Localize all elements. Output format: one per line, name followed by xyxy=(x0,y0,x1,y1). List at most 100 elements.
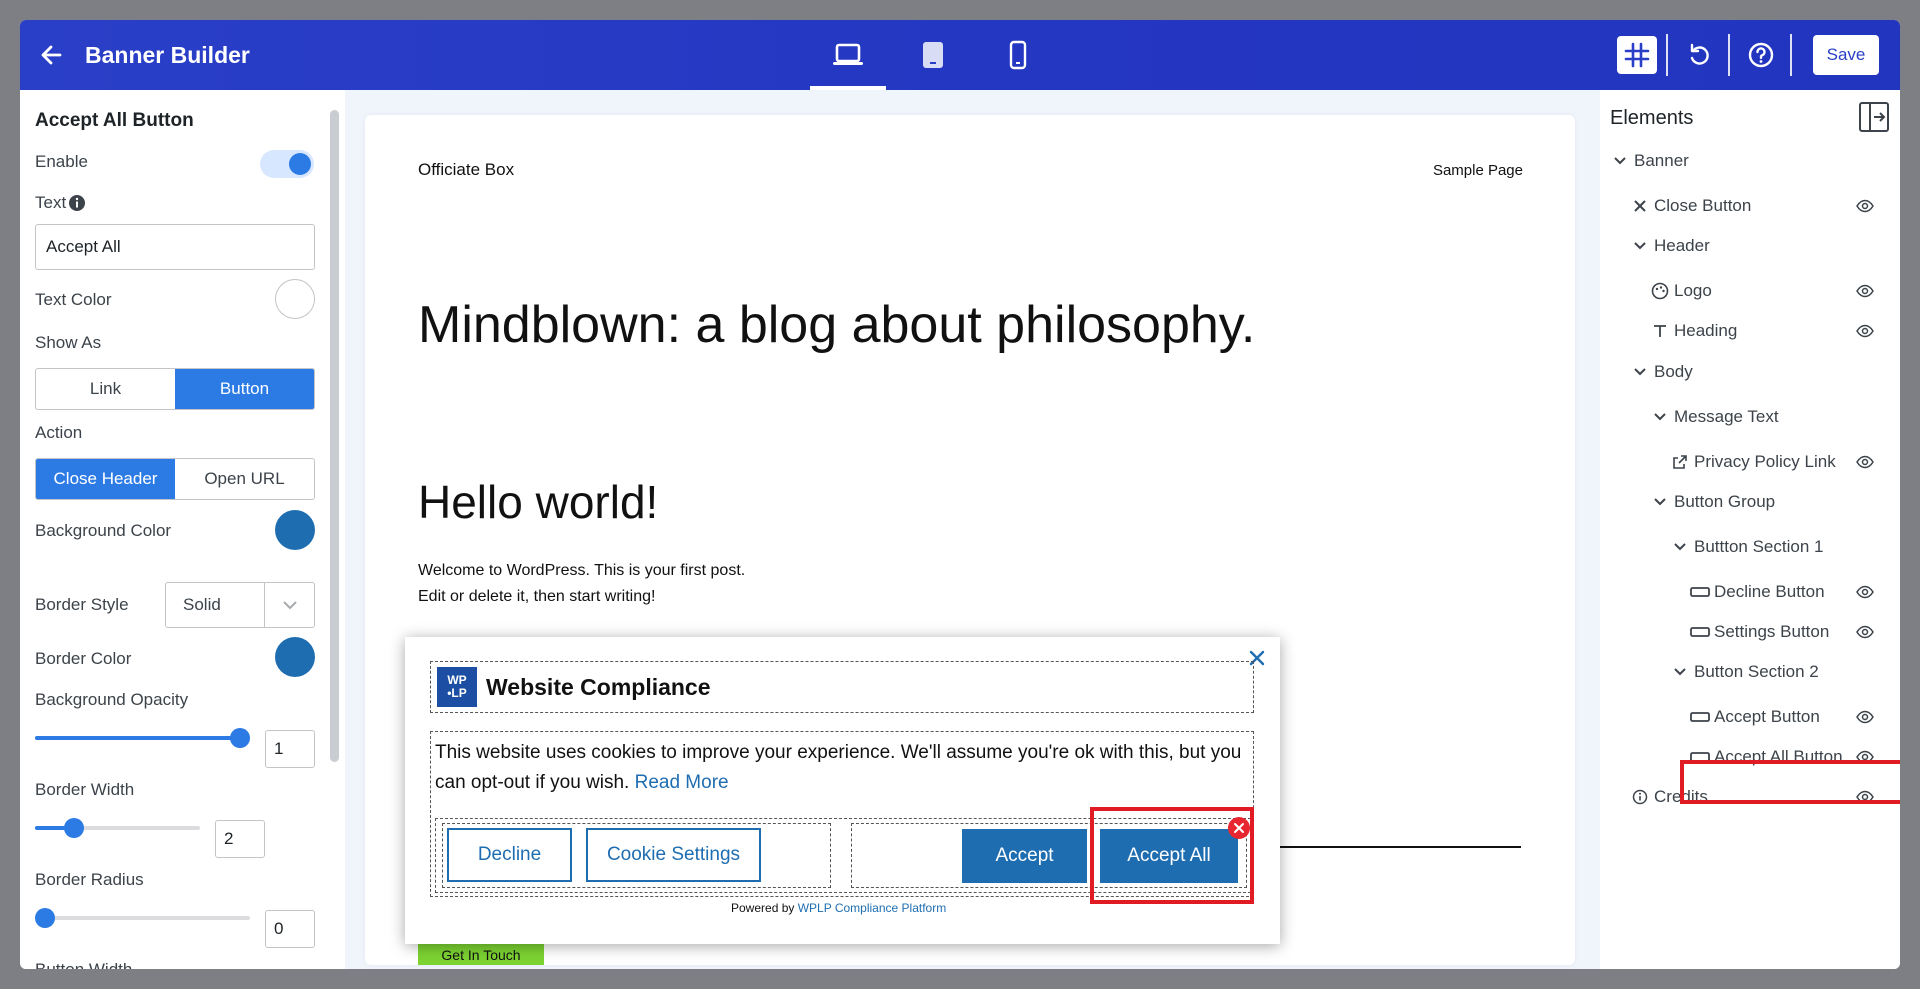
info-icon[interactable] xyxy=(68,194,86,212)
device-tab-mobile[interactable] xyxy=(980,20,1056,90)
chevron-down-icon xyxy=(1630,367,1650,377)
tree-item[interactable]: Accept Button xyxy=(1600,702,1900,732)
grid-toggle-button[interactable] xyxy=(1617,36,1657,74)
border-width-input[interactable]: 2 xyxy=(215,820,265,858)
show-as-button-option[interactable]: Button xyxy=(175,369,314,409)
tree-item[interactable]: Logo xyxy=(1600,276,1900,306)
visibility-eye-icon[interactable] xyxy=(1856,624,1874,639)
tree-item-label: Body xyxy=(1654,362,1693,381)
bg-opacity-input[interactable]: 1 xyxy=(265,730,315,768)
slider-fill xyxy=(35,736,240,740)
bg-opacity-label: Background Opacity xyxy=(35,690,189,709)
text-color-swatch[interactable] xyxy=(275,279,315,319)
visibility-eye-icon[interactable] xyxy=(1856,584,1874,599)
visibility-eye-icon[interactable] xyxy=(1856,323,1874,338)
chevron-down-icon xyxy=(1610,156,1630,166)
action-close-header-option[interactable]: Close Header xyxy=(36,459,175,499)
powered-by-credit: Powered by WPLP Compliance Platform xyxy=(731,901,946,915)
tree-item-label: Heading xyxy=(1674,321,1738,340)
border-style-select[interactable]: Solid xyxy=(165,582,315,628)
app-title: Banner Builder xyxy=(85,42,250,68)
elements-panel: Elements Banner Close Button Header Logo Hea… xyxy=(1600,90,1900,969)
border-color-swatch[interactable] xyxy=(275,637,315,677)
get-in-touch-button[interactable]: Get In Touch xyxy=(418,943,544,965)
post-title[interactable]: Hello world! xyxy=(418,475,658,529)
device-tab-tablet[interactable] xyxy=(895,20,971,90)
decline-button[interactable]: Decline xyxy=(447,828,572,882)
tree-item[interactable]: Header xyxy=(1600,231,1900,261)
visibility-eye-icon[interactable] xyxy=(1856,709,1874,724)
read-more-link[interactable]: Read More xyxy=(635,772,729,793)
tree-item[interactable]: Buttton Section 1 xyxy=(1600,532,1900,562)
tree-item-label: Button Section 2 xyxy=(1694,662,1819,681)
tree-item[interactable]: Message Text xyxy=(1600,402,1900,432)
tree-item[interactable]: Button Section 2 xyxy=(1600,657,1900,687)
border-color-label: Border Color xyxy=(35,649,132,668)
collapse-panel-button[interactable] xyxy=(1858,101,1890,133)
settings-scrollbar[interactable] xyxy=(330,110,339,762)
show-as-link-option[interactable]: Link xyxy=(36,369,175,409)
tree-item[interactable]: Button Group xyxy=(1600,487,1900,517)
action-open-url-option[interactable]: Open URL xyxy=(175,459,314,499)
tree-item-label: Banner xyxy=(1634,151,1689,170)
action-label: Action xyxy=(35,423,83,442)
visibility-eye-icon[interactable] xyxy=(1856,198,1874,213)
cookie-settings-button[interactable]: Cookie Settings xyxy=(586,828,761,882)
top-bar: Banner Builder Save xyxy=(20,20,1900,90)
tree-item[interactable]: Decline Button xyxy=(1600,577,1900,607)
close-icon xyxy=(1234,823,1244,833)
slider-thumb[interactable] xyxy=(230,728,250,748)
slider-thumb[interactable] xyxy=(64,818,84,838)
chevron-down-icon xyxy=(264,583,314,627)
tree-item[interactable]: Privacy Policy Link xyxy=(1600,447,1900,477)
banner-logo: WP •LP xyxy=(437,667,477,707)
banner-message: This website uses cookies to improve you… xyxy=(435,738,1255,798)
bg-color-label: Background Color xyxy=(35,521,172,540)
tree-item-label: Button Group xyxy=(1674,492,1776,511)
border-width-slider[interactable] xyxy=(35,818,200,838)
border-width-label: Border Width xyxy=(35,780,135,799)
message-text: This website uses cookies to improve you… xyxy=(435,742,1242,793)
slider-track xyxy=(35,916,250,920)
tree-item[interactable]: Banner xyxy=(1600,146,1900,176)
nav-sample-page[interactable]: Sample Page xyxy=(1433,162,1523,179)
back-button[interactable] xyxy=(38,42,66,68)
slider-thumb[interactable] xyxy=(35,908,55,928)
chevron-down-icon xyxy=(1650,412,1670,422)
text-input[interactable]: Accept All xyxy=(35,224,315,270)
device-tab-desktop[interactable] xyxy=(810,20,886,90)
close-icon xyxy=(1630,199,1650,213)
post-line-2: Edit or delete it, then start writing! xyxy=(418,588,656,605)
toggle-knob xyxy=(289,153,311,175)
site-title[interactable]: Officiate Box xyxy=(418,160,514,180)
help-button[interactable] xyxy=(1741,36,1781,74)
tree-selection-highlight xyxy=(1680,760,1900,804)
save-button[interactable]: Save xyxy=(1813,35,1879,75)
reset-button[interactable] xyxy=(1679,36,1719,74)
tree-item[interactable]: Body xyxy=(1600,357,1900,387)
text-color-label: Text Color xyxy=(35,290,112,309)
bg-color-swatch[interactable] xyxy=(275,510,315,550)
visibility-eye-icon[interactable] xyxy=(1856,283,1874,298)
settings-panel: Accept All Button Enable Text Accept All… xyxy=(20,90,345,969)
chevron-down-icon xyxy=(1630,241,1650,251)
chevron-down-icon xyxy=(1670,667,1690,677)
tablet-icon xyxy=(923,42,943,68)
border-radius-slider[interactable] xyxy=(35,908,250,928)
remove-element-button[interactable] xyxy=(1228,817,1250,839)
banner-title: Website Compliance xyxy=(486,674,711,700)
border-radius-input[interactable]: 0 xyxy=(265,910,315,948)
text-icon xyxy=(1650,323,1670,339)
tree-item[interactable]: Heading xyxy=(1600,316,1900,346)
accept-button[interactable]: Accept xyxy=(962,829,1087,883)
visibility-eye-icon[interactable] xyxy=(1856,454,1874,469)
toolbar-divider xyxy=(1666,34,1668,76)
arrow-left-icon xyxy=(41,45,62,65)
tree-item[interactable]: Close Button xyxy=(1600,191,1900,221)
border-style-label: Border Style xyxy=(35,595,129,614)
powered-link[interactable]: WPLP Compliance Platform xyxy=(798,901,947,915)
enable-toggle[interactable] xyxy=(260,150,314,178)
tree-item[interactable]: Settings Button xyxy=(1600,617,1900,647)
elements-title: Elements xyxy=(1610,107,1694,129)
bg-opacity-slider[interactable] xyxy=(35,728,250,748)
